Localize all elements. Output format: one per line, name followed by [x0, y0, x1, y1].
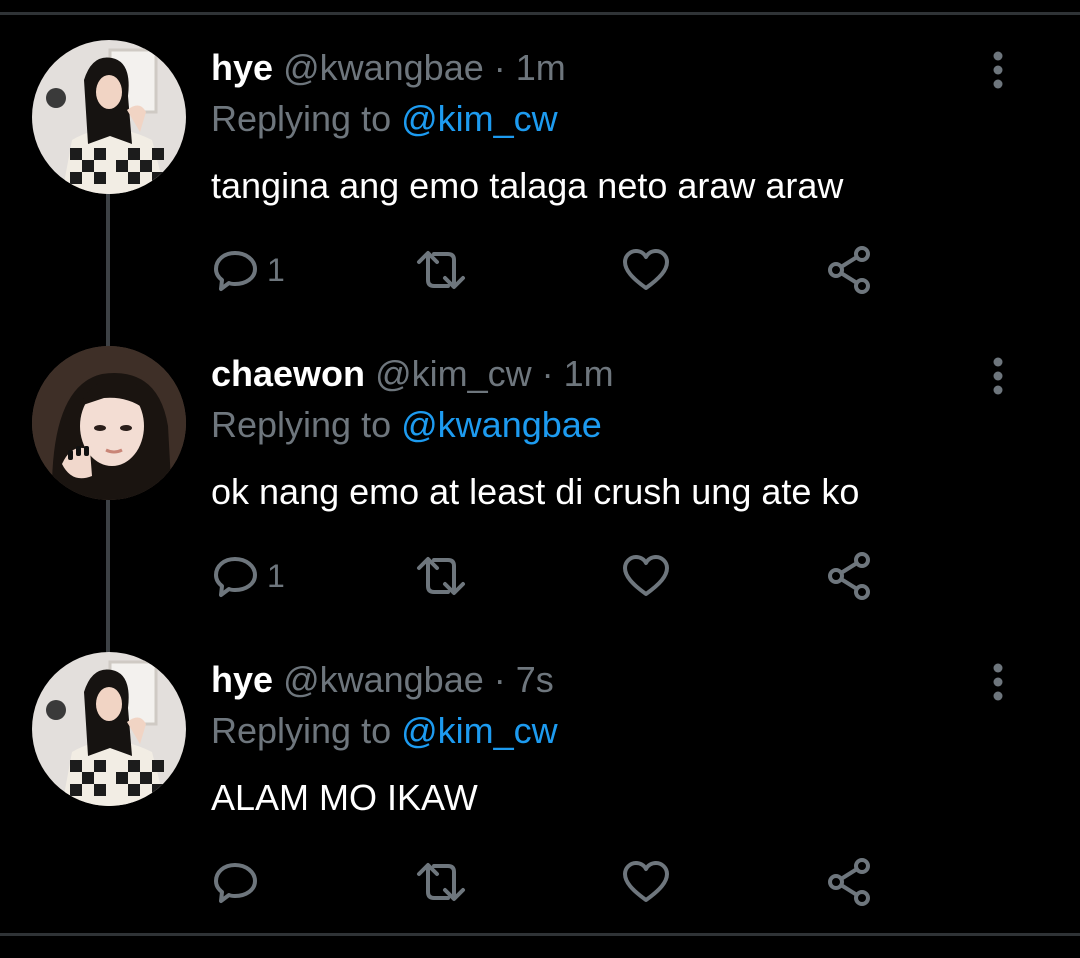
more-options-button[interactable] [984, 660, 1012, 704]
like-icon [623, 555, 669, 596]
replying-to: Replying to @kim_cw [211, 709, 558, 753]
separator: · [541, 353, 554, 394]
tweet-header: hye @kwangbae · 7s [211, 658, 554, 702]
share-button[interactable] [826, 551, 874, 601]
tweet[interactable]: hye @kwangbae · 1m Replying to @kim_cw t… [0, 40, 1080, 346]
profile-photo-hye-icon [32, 40, 186, 194]
timestamp[interactable]: 1m [516, 47, 566, 88]
reply-icon [214, 557, 257, 597]
like-button[interactable] [622, 857, 670, 907]
tweet-text: tangina ang emo talaga neto araw araw [211, 165, 844, 206]
reply-button[interactable]: 1 [213, 245, 285, 295]
username[interactable]: @kim_cw [375, 353, 532, 394]
reply-icon [214, 251, 257, 291]
retweet-button[interactable] [414, 857, 468, 907]
username[interactable]: @kwangbae [283, 47, 484, 88]
more-options-icon [993, 357, 1003, 395]
retweet-icon [417, 557, 465, 595]
more-options-button[interactable] [984, 48, 1012, 92]
replying-prefix: Replying to [211, 404, 392, 445]
share-icon [828, 552, 870, 600]
retweet-icon [417, 863, 465, 901]
retweet-button[interactable] [414, 245, 468, 295]
retweet-icon [417, 251, 465, 289]
retweet-button[interactable] [414, 551, 468, 601]
profile-photo-hye-icon [32, 652, 186, 806]
share-icon [828, 858, 870, 906]
tweet-header: hye @kwangbae · 1m [211, 46, 566, 90]
separator: · [493, 659, 506, 700]
reply-count: 1 [267, 557, 285, 594]
mention-link[interactable]: @kim_cw [401, 710, 558, 751]
replying-to: Replying to @kim_cw [211, 97, 558, 141]
reply-button[interactable] [213, 857, 267, 907]
more-options-button[interactable] [984, 354, 1012, 398]
replying-prefix: Replying to [211, 710, 392, 751]
like-icon [623, 249, 669, 290]
share-icon [828, 246, 870, 294]
tweet[interactable]: chaewon @kim_cw · 1m Replying to @kwangb… [0, 346, 1080, 652]
reply-count: 1 [267, 251, 285, 288]
more-options-icon [993, 51, 1003, 89]
timestamp[interactable]: 1m [564, 353, 614, 394]
share-button[interactable] [826, 245, 874, 295]
reply-button[interactable]: 1 [213, 551, 285, 601]
tweet[interactable]: hye @kwangbae · 7s Replying to @kim_cw A… [0, 652, 1080, 958]
share-button[interactable] [826, 857, 874, 907]
mention-link[interactable]: @kim_cw [401, 98, 558, 139]
reply-icon [214, 863, 257, 903]
top-divider [0, 12, 1080, 15]
bottom-divider [0, 933, 1080, 936]
replying-prefix: Replying to [211, 98, 392, 139]
mention-link[interactable]: @kwangbae [401, 404, 602, 445]
like-button[interactable] [622, 245, 670, 295]
username[interactable]: @kwangbae [283, 659, 484, 700]
like-button[interactable] [622, 551, 670, 601]
tweet-text: ALAM MO IKAW [211, 777, 478, 818]
timestamp[interactable]: 7s [516, 659, 554, 700]
more-options-icon [993, 663, 1003, 701]
separator: · [493, 47, 506, 88]
avatar[interactable] [32, 40, 186, 194]
tweet-text: ok nang emo at least di crush ung ate ko [211, 471, 860, 512]
display-name[interactable]: hye [211, 659, 273, 700]
replying-to: Replying to @kwangbae [211, 403, 602, 447]
profile-photo-chaewon-icon [32, 346, 186, 500]
tweet-header: chaewon @kim_cw · 1m [211, 352, 614, 396]
avatar[interactable] [32, 652, 186, 806]
avatar[interactable] [32, 346, 186, 500]
display-name[interactable]: hye [211, 47, 273, 88]
display-name[interactable]: chaewon [211, 353, 365, 394]
like-icon [623, 861, 669, 902]
